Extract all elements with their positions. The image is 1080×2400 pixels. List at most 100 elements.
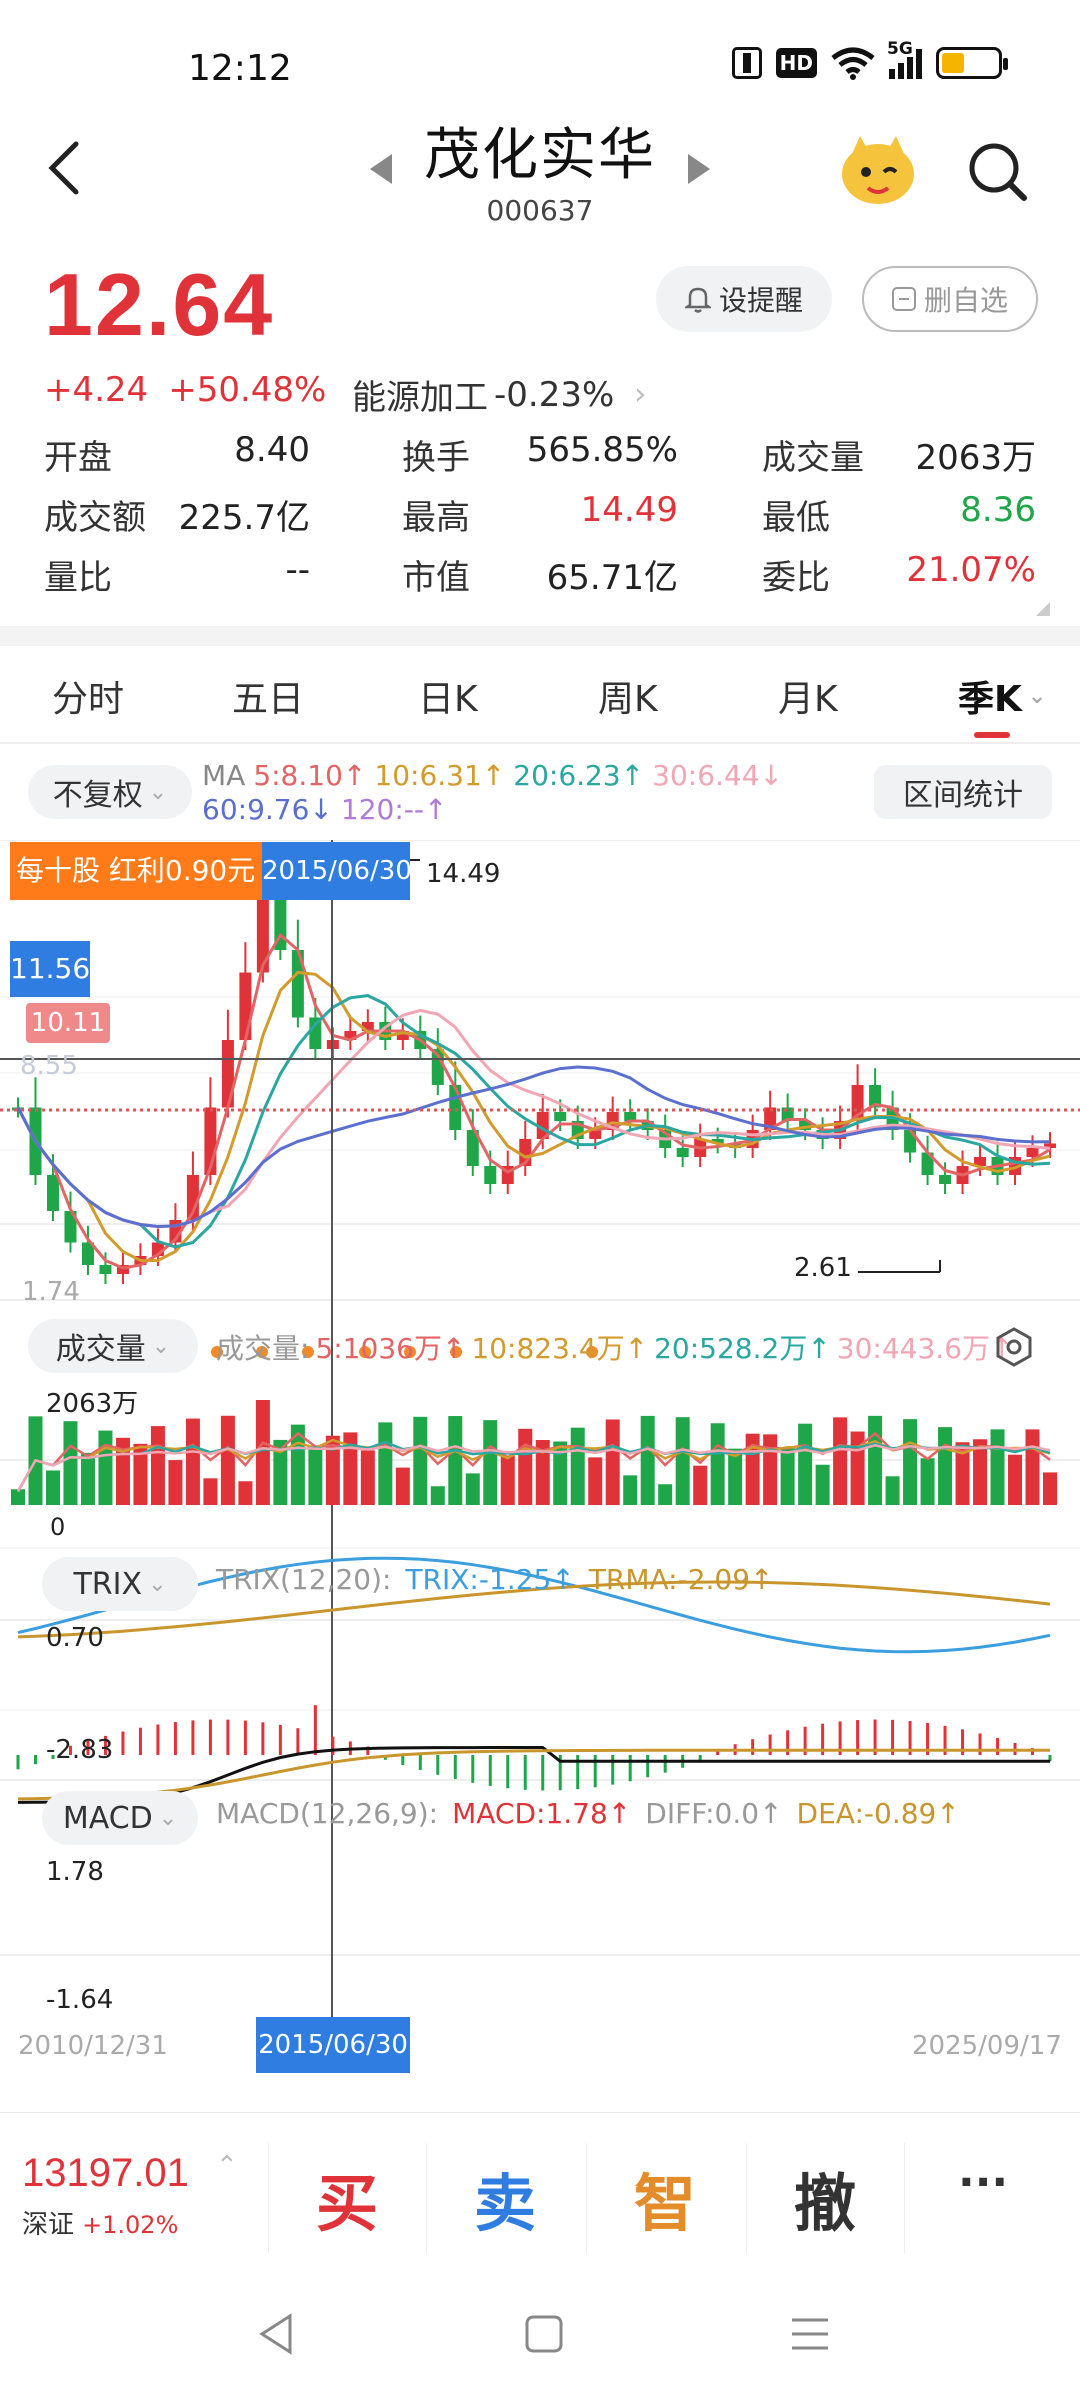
nav-back-icon[interactable] (256, 2312, 296, 2356)
stat-label: 最高 (402, 498, 470, 538)
legend-item: MA (202, 759, 246, 792)
volume-zero-label: 0 (50, 1513, 66, 1541)
legend-item: 10:823.4万↑ (471, 1332, 649, 1365)
stat-label: 量比 (44, 558, 112, 598)
ma-legend: MA 5:8.10↑ 10:6.31↑ 20:6.23↑ 30:6.44↓ (202, 759, 783, 792)
tab-4[interactable]: 月K (778, 648, 838, 744)
nav-home-icon[interactable] (524, 2314, 564, 2354)
tab-label: 季K (958, 679, 1022, 720)
ma-line (16, 970, 1051, 1262)
index-name: 深证 (22, 2210, 75, 2240)
search-icon[interactable] (966, 140, 1028, 202)
candle (676, 1148, 689, 1157)
stat-value: -- (285, 550, 310, 590)
dividend-tag: 每十股 红利0.90元 (10, 842, 262, 900)
adjust-select[interactable]: 不复权 ⌄ (28, 765, 192, 819)
low-price-label: 2.61 (794, 1253, 852, 1283)
legend-item: TRMA:-2.09↑ (588, 1563, 774, 1596)
trix-legend: TRIX(12,20): TRIX:-1.25↑ TRMA:-2.09↑ (216, 1563, 774, 1596)
volume-bar (150, 1426, 165, 1505)
crosshair-date-tag: 2015/06/30 (262, 842, 412, 900)
stat-item: 最高 14.49 (402, 490, 678, 539)
volume-bar (920, 1458, 935, 1505)
tab-0[interactable]: 分时 (52, 648, 124, 744)
bell-icon (684, 287, 711, 313)
range-stats-button[interactable]: 区间统计 (874, 765, 1052, 819)
stat-value: 65.71亿 (546, 558, 678, 598)
price-change-row: +4.24 +50.48% (44, 370, 326, 410)
volume-bar (238, 1481, 253, 1505)
volume-bar (203, 1478, 218, 1505)
stat-value: 2063万 (915, 438, 1036, 478)
sector-change: -0.23% (494, 374, 615, 415)
settings-hexagon-icon[interactable] (994, 1327, 1034, 1367)
tab-2[interactable]: 日K (418, 648, 478, 744)
tab-5[interactable]: 季K ⌄ (958, 648, 1046, 744)
set-alert-button[interactable]: 设提醒 (656, 266, 832, 332)
stat-value: 21.07% (906, 550, 1036, 590)
tab-3[interactable]: 周K (598, 648, 658, 744)
volume-bar (990, 1429, 1005, 1505)
legend-item: TRIX(12,20): (216, 1563, 392, 1596)
kline-chart-area: 不复权 ⌄ MA 5:8.10↑ 10:6.31↑ 20:6.23↑ 30:6.44↓ … (0, 745, 1080, 2073)
network-label: 5G (887, 39, 913, 59)
stat-label: 换手 (402, 438, 470, 478)
mascot-icon[interactable] (838, 132, 918, 210)
volume-bar (570, 1427, 585, 1505)
kline-svg[interactable] (0, 840, 1080, 2070)
macd-min-label: -1.64 (46, 1985, 114, 2015)
tab-label: 五日 (232, 679, 305, 720)
legend-item: DIFF:0.0↑ (645, 1797, 783, 1830)
chevron-up-icon: ⌃ (216, 2151, 238, 2181)
stat-value: 8.36 (960, 490, 1036, 530)
sector-link[interactable]: 能源加工 -0.23% › (352, 370, 646, 419)
sell-button[interactable]: 卖 (474, 2153, 536, 2243)
stat-value: 8.40 (234, 430, 310, 470)
ma-legend-2: 60:9.76↓ 120:--↑ (202, 793, 447, 826)
tab-1[interactable]: 五日 (232, 648, 304, 744)
volume-bar (868, 1415, 883, 1505)
sector-name: 能源加工 (352, 378, 488, 418)
legend-item: MACD(12,26,9): (216, 1797, 439, 1830)
volume-label: 成交量 (55, 1332, 146, 1367)
volume-legend: 成交量: 5:1036万↑ 10:823.4万↑ 20:528.2万↑ 30:443.6… (216, 1327, 1013, 1367)
candle (939, 1175, 952, 1184)
expand-corner-icon[interactable] (1036, 602, 1050, 616)
remove-watchlist-label: 删自选 (923, 284, 1008, 317)
stats-grid: 开盘 8.40 换手 565.85% 成交量 2063万 成交额 225.7亿 最高 14.49 最… (0, 430, 1080, 610)
trix-indicator-select[interactable]: TRIX ⌄ (42, 1557, 198, 1611)
volume-indicator-select[interactable]: 成交量 ⌄ (28, 1319, 198, 1373)
ma-lines (16, 932, 1051, 1270)
candle (239, 972, 252, 1040)
macd-max-label: 1.78 (46, 1857, 104, 1887)
trix-label: TRIX (73, 1566, 143, 1602)
stat-value: 565.85% (526, 430, 678, 470)
next-stock-button[interactable] (686, 152, 712, 186)
macd-indicator-select[interactable]: MACD ⌄ (42, 1791, 198, 1845)
crosshair-date-bottom-tag: 2015/06/30 (256, 2017, 410, 2073)
stat-item: 最低 8.36 (762, 490, 1036, 539)
stat-row: 成交额 225.7亿 最高 14.49 最低 8.36 (0, 490, 1080, 550)
adjust-label: 不复权 (52, 778, 143, 813)
stat-row: 开盘 8.40 换手 565.85% 成交量 2063万 (0, 430, 1080, 490)
candlestick-series (12, 845, 1056, 1284)
remove-watchlist-button[interactable]: 删自选 (862, 266, 1038, 332)
price-change: +4.24 (44, 370, 149, 410)
ma-line (16, 1065, 1051, 1229)
dotted-price-tag: 10.11 (26, 1003, 110, 1043)
candle (221, 1040, 234, 1108)
cancel-order-button[interactable]: 撤 (794, 2153, 856, 2243)
legend-item: 120:--↑ (340, 793, 448, 826)
system-nav-bar (0, 2282, 1080, 2400)
stat-item: 成交额 225.7亿 (44, 490, 310, 539)
volume-bar (938, 1427, 953, 1505)
more-button[interactable]: ··· (958, 2157, 1008, 2208)
status-icons: HD 5G (731, 39, 1008, 80)
buy-button[interactable]: 买 (316, 2153, 378, 2243)
stat-value: 14.49 (580, 490, 678, 530)
macd-label: MACD (62, 1800, 153, 1836)
nav-menu-icon[interactable] (790, 2316, 830, 2352)
volume-bar (588, 1457, 603, 1505)
stat-value: 225.7亿 (178, 498, 310, 538)
smart-button[interactable]: 智 (634, 2153, 696, 2243)
